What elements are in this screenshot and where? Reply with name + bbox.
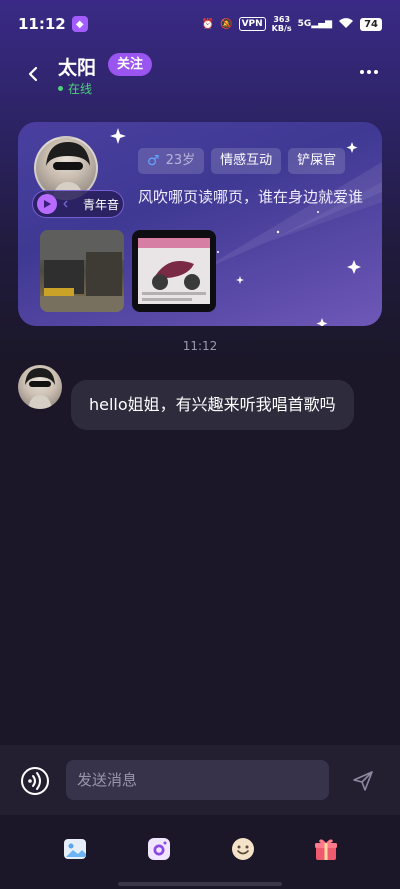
sound-wave-icon (63, 200, 68, 208)
message-bubble[interactable]: hello姐姐，有兴趣来听我唱首歌吗 (71, 380, 354, 430)
vpn-badge: VPN (238, 17, 266, 31)
follow-button[interactable]: 关注 (108, 53, 153, 76)
voice-intro-button[interactable]: 青年音 (32, 190, 124, 218)
status-time: 11:12 (18, 15, 66, 33)
male-icon: ♂ (147, 153, 160, 169)
wifi-icon (338, 17, 354, 32)
alarm-icon: ⏰ (201, 18, 215, 30)
image-picker-button[interactable] (62, 836, 88, 862)
voice-type-label: 青年音 (83, 197, 120, 212)
message-timestamp: 11:12 (182, 339, 218, 353)
cellular-signal-icon: 5G▂▄▆ (297, 19, 333, 29)
chat-toolbar (0, 815, 400, 889)
camera-button[interactable] (146, 836, 172, 862)
status-bar: 11:12 ◆ ⏰ 🔕 VPN 363 KB/s 5G▂▄▆ 74 (0, 0, 400, 48)
profile-photo[interactable] (132, 230, 216, 312)
sender-avatar[interactable] (18, 365, 62, 409)
back-button[interactable] (22, 62, 44, 86)
app-notification-icon: ◆ (71, 16, 88, 32)
age-tag: ♂ 23岁 (138, 148, 205, 174)
interest-tag: 铲屎官 (288, 148, 346, 174)
online-status: 在线 (58, 80, 92, 97)
mute-icon: 🔕 (220, 18, 233, 30)
send-button[interactable] (352, 770, 374, 792)
home-indicator (118, 882, 282, 886)
profile-photo[interactable] (40, 230, 124, 312)
status-icons: ⏰ 🔕 VPN 363 KB/s 5G▂▄▆ 74 (202, 15, 382, 33)
online-dot-icon (58, 86, 63, 91)
play-icon (37, 194, 57, 214)
battery-icon: 74 (360, 17, 382, 31)
voice-input-button[interactable] (20, 766, 50, 796)
profile-tags: ♂ 23岁 情感互动 铲屎官 (138, 148, 346, 174)
interest-tag: 情感互动 (211, 148, 282, 174)
contact-name: 太阳 (58, 57, 97, 79)
emoji-button[interactable] (230, 836, 256, 862)
more-options-button[interactable] (358, 64, 380, 80)
message-input[interactable] (66, 760, 329, 800)
chat-header: 太阳 关注 在线 (0, 48, 400, 100)
message-input-bar (0, 745, 400, 815)
gift-button[interactable] (313, 836, 339, 862)
profile-bio: 风吹哪页读哪页，谁在身边就爱谁 (138, 188, 364, 206)
network-speed: 363 KB/s (271, 15, 292, 33)
profile-card[interactable]: 青年音 ♂ 23岁 情感互动 铲屎官 风吹哪页读哪页，谁在身边就爱谁 (18, 122, 382, 326)
